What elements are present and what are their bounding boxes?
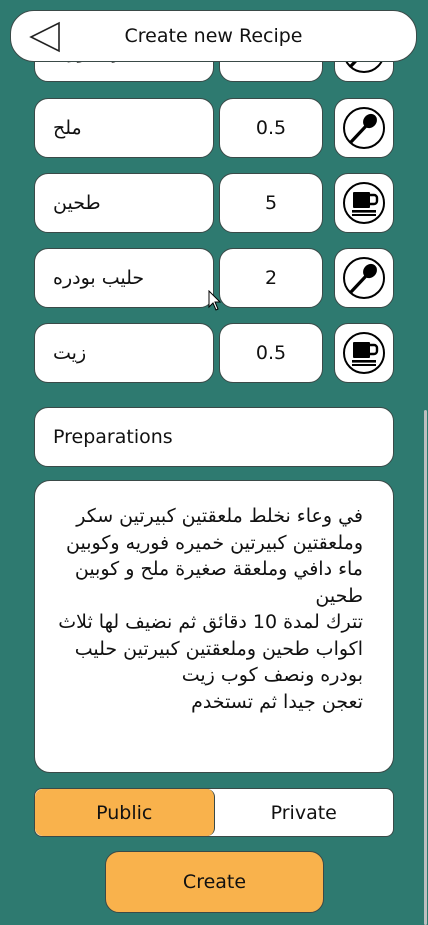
ingredient-qty-field[interactable]: 0.5 (219, 98, 323, 158)
preparations-text-area[interactable]: في وعاء نخلط ملعقتين كبيرتين سكر وملعقتي… (34, 480, 394, 773)
public-option[interactable]: Public (35, 789, 215, 836)
ingredient-qty-field[interactable]: 5 (219, 173, 323, 233)
ingredient-name-field[interactable]: طحين (34, 173, 214, 233)
ingredient-qty-field[interactable]: 0.5 (219, 323, 323, 383)
spoon-icon (342, 106, 386, 150)
scrollbar[interactable] (424, 410, 427, 925)
ingredient-name-field[interactable]: ملح (34, 98, 214, 158)
back-triangle-icon (29, 21, 60, 53)
create-button[interactable]: Create (105, 851, 324, 913)
unit-selector-button[interactable] (334, 323, 394, 383)
ingredient-name-field[interactable]: حليب بودره (34, 248, 214, 308)
preparations-title-field[interactable]: Preparations (34, 407, 394, 467)
unit-selector-button[interactable] (334, 173, 394, 233)
unit-selector-button[interactable] (334, 248, 394, 308)
ingredient-qty-field[interactable]: 2 (219, 248, 323, 308)
cup-icon (342, 331, 386, 375)
spoon-icon (342, 256, 386, 300)
private-option[interactable]: Private (215, 789, 394, 836)
cup-icon (342, 181, 386, 225)
visibility-toggle: Public Private (34, 788, 394, 837)
page-title: Create new Recipe (124, 25, 303, 47)
ingredient-name-field[interactable]: زيت (34, 323, 214, 383)
unit-selector-button[interactable] (334, 98, 394, 158)
back-button[interactable] (27, 20, 63, 54)
header-bar: Create new Recipe (10, 10, 417, 62)
mouse-cursor-icon (208, 290, 222, 311)
